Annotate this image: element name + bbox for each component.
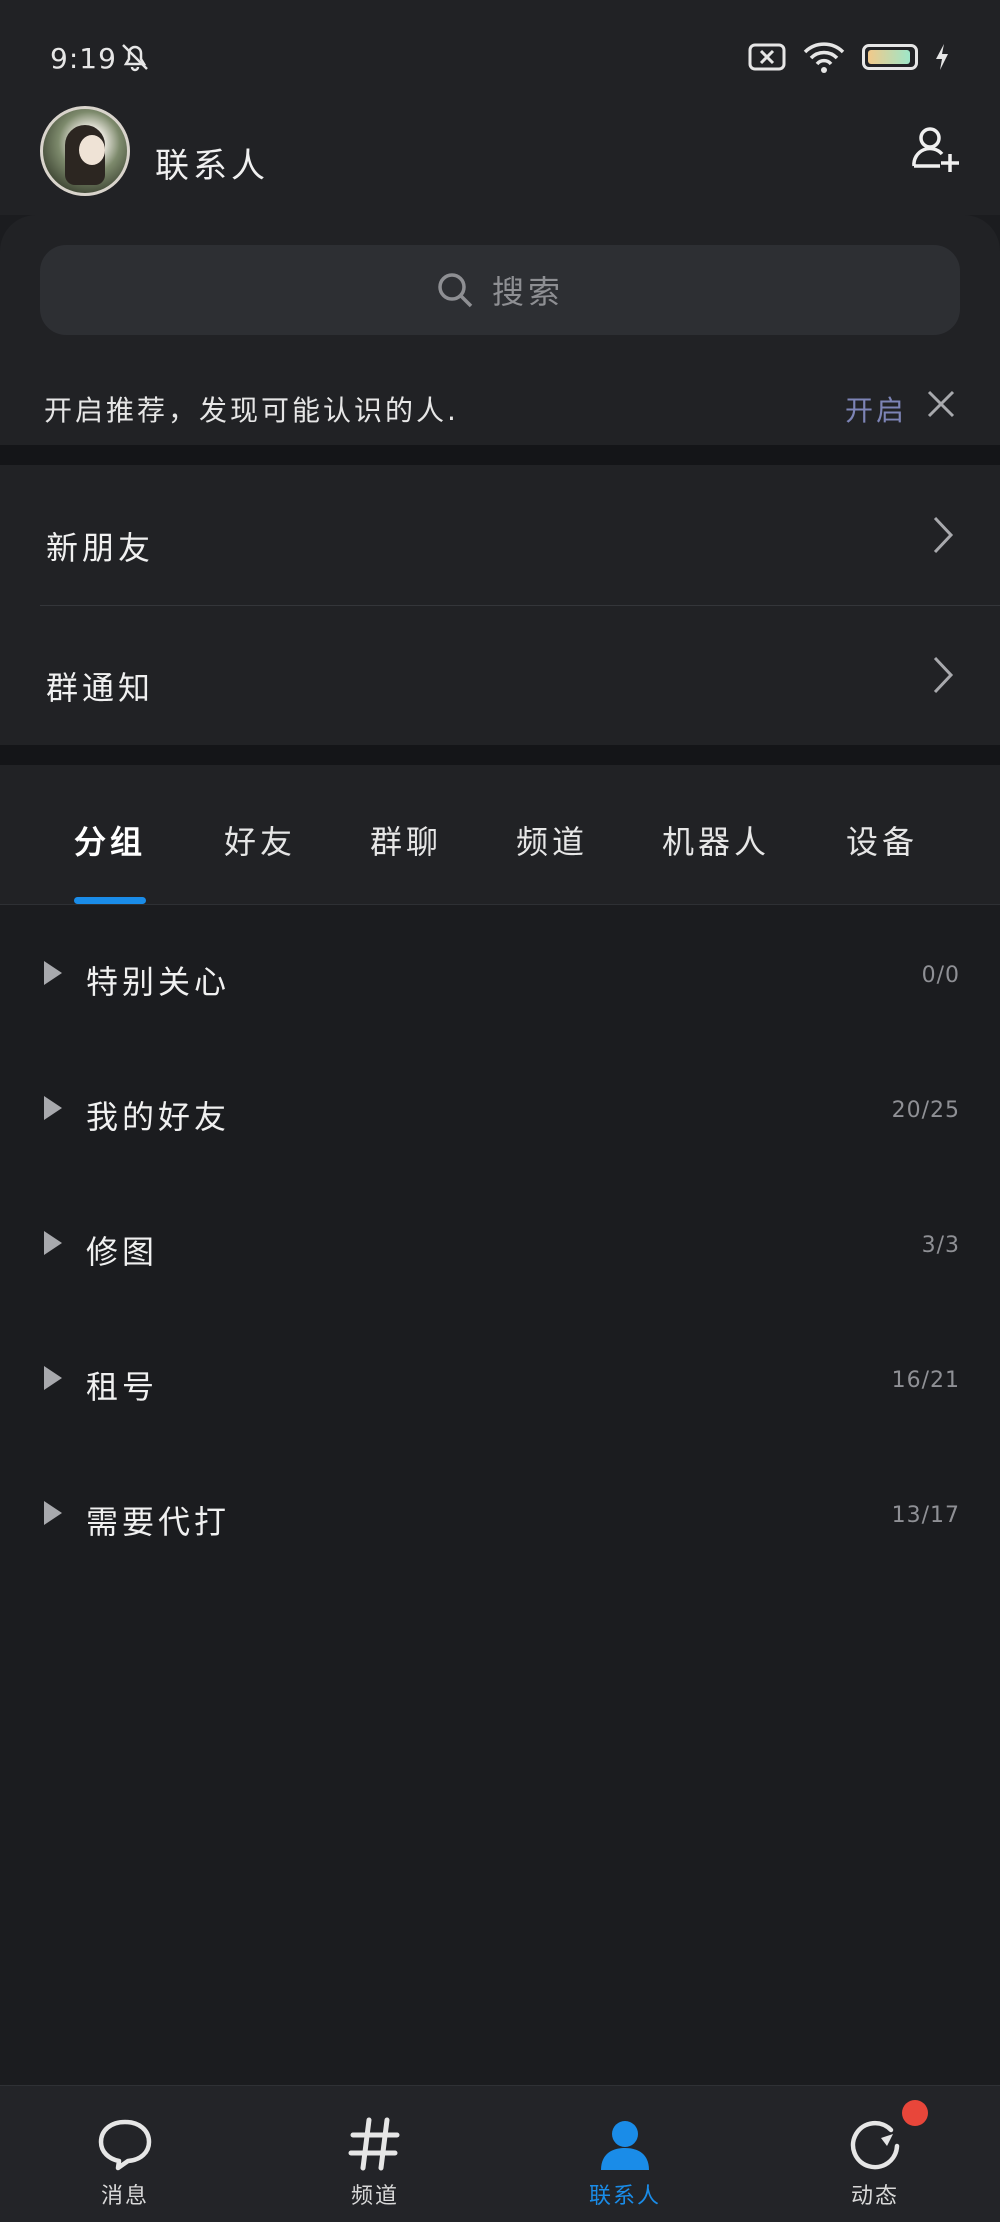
bottom-nav: 消息 频道 联系人 动态 (0, 2085, 1000, 2222)
expand-triangle-icon (44, 961, 62, 985)
contact-entries: 新朋友 群通知 (0, 465, 1000, 745)
search-section: 搜索 开启推荐，发现可能认识的人. 开启 (0, 215, 1000, 445)
group-count: 13/17 (891, 1503, 960, 1528)
group-count: 3/3 (921, 1233, 960, 1258)
group-row[interactable]: 我的好友 20/25 (0, 1040, 1000, 1175)
group-name: 我的好友 (86, 1098, 231, 1136)
avatar[interactable] (40, 106, 130, 196)
group-name: 需要代打 (86, 1503, 231, 1541)
nav-label: 消息 (100, 2184, 149, 2209)
close-icon[interactable] (924, 387, 958, 421)
mute-bell-icon (122, 44, 148, 72)
expand-triangle-icon (44, 1231, 62, 1255)
search-input[interactable]: 搜索 (40, 245, 960, 335)
group-row[interactable]: 修图 3/3 (0, 1175, 1000, 1310)
nav-messages[interactable]: 消息 (0, 2086, 250, 2222)
tab-group-chats[interactable]: 群聊 (370, 817, 442, 863)
expand-triangle-icon (44, 1096, 62, 1120)
nav-moments[interactable]: 动态 (750, 2086, 1000, 2222)
chat-bubble-icon (98, 2119, 152, 2171)
page-title: 联系人 (155, 146, 269, 186)
group-count: 0/0 (921, 963, 960, 988)
new-friends-label: 新朋友 (46, 529, 155, 567)
new-friends-row[interactable]: 新朋友 (0, 465, 1000, 606)
nav-label: 动态 (850, 2184, 899, 2209)
no-sim-icon (748, 43, 786, 71)
charging-bolt-icon (936, 44, 948, 70)
group-notifications-row[interactable]: 群通知 (0, 605, 1000, 745)
chevron-right-icon (933, 656, 954, 694)
notification-badge (902, 2100, 928, 2126)
status-time: 9:19 (50, 42, 117, 75)
group-notifications-label: 群通知 (46, 669, 155, 707)
nav-label: 频道 (350, 2184, 399, 2209)
expand-triangle-icon (44, 1501, 62, 1525)
group-name: 租号 (86, 1368, 159, 1406)
tab-channels[interactable]: 频道 (516, 817, 588, 863)
group-row[interactable]: 特别关心 0/0 (0, 905, 1000, 1040)
active-tab-indicator (74, 897, 146, 904)
section-divider (0, 445, 1000, 465)
nav-channels[interactable]: 频道 (250, 2086, 500, 2222)
status-bar: 9:19 (0, 0, 1000, 100)
add-contact-icon[interactable] (910, 124, 962, 176)
group-name: 特别关心 (86, 963, 231, 1001)
contact-tabs: 分组 好友 群聊 频道 机器人 设备 (0, 765, 1000, 905)
hash-icon (348, 2117, 400, 2171)
tab-devices[interactable]: 设备 (846, 817, 918, 863)
refresh-star-icon (850, 2120, 900, 2170)
chevron-right-icon (933, 516, 954, 554)
contacts-screen: 9:19 联系人 搜索 开启推荐，发现可能认识的人. 开启 新朋友 群通知 分组… (0, 0, 1000, 2222)
group-count: 20/25 (891, 1098, 960, 1123)
tab-groups[interactable]: 分组 (74, 817, 146, 863)
enable-recommendation-button[interactable]: 开启 (845, 389, 907, 429)
recommendation-text: 开启推荐，发现可能认识的人. (44, 394, 459, 427)
tab-robots[interactable]: 机器人 (662, 817, 770, 863)
tab-friends[interactable]: 好友 (224, 817, 296, 863)
nav-label: 联系人 (588, 2184, 661, 2209)
search-icon (438, 273, 473, 308)
app-header: 联系人 (0, 100, 1000, 215)
search-placeholder: 搜索 (491, 273, 564, 311)
battery-icon (862, 44, 918, 70)
expand-triangle-icon (44, 1366, 62, 1390)
person-icon (601, 2121, 649, 2170)
status-icons (748, 40, 950, 74)
group-name: 修图 (86, 1233, 159, 1271)
group-count: 16/21 (891, 1368, 960, 1393)
group-row[interactable]: 租号 16/21 (0, 1310, 1000, 1445)
group-row[interactable]: 需要代打 13/17 (0, 1445, 1000, 1580)
section-divider (0, 745, 1000, 765)
nav-contacts[interactable]: 联系人 (500, 2086, 750, 2222)
wifi-icon (803, 42, 845, 73)
